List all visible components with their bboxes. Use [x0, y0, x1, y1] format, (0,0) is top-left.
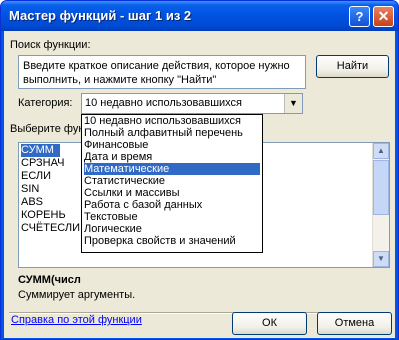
help-link[interactable]: Справка по этой функции [11, 314, 142, 326]
search-input[interactable]: Введите краткое описание действия, котор… [18, 55, 306, 89]
dropdown-option[interactable]: 10 недавно использовавшихся [84, 115, 260, 127]
chevron-down-icon[interactable]: ▼ [284, 94, 302, 113]
dropdown-option[interactable]: Текстовые [84, 211, 260, 223]
search-text-line-2: выполнить, и нажмите кнопку "Найти" [23, 74, 217, 86]
help-button[interactable]: ? [349, 6, 370, 27]
category-select[interactable]: 10 недавно использовавшихся ▼ [81, 93, 303, 114]
dropdown-option[interactable]: Статистические [84, 175, 260, 187]
title-bar[interactable]: Мастер функций - шаг 1 из 2 ? ✕ [1, 1, 398, 31]
dropdown-option[interactable]: Работа с базой данных [84, 199, 260, 211]
scroll-up-icon[interactable]: ▲ [373, 143, 389, 159]
dropdown-option-highlighted[interactable]: Математические [84, 163, 260, 175]
dropdown-option[interactable]: Финансовые [84, 139, 260, 151]
cancel-button[interactable]: Отмена [317, 312, 392, 335]
scrollbar-thumb[interactable] [373, 160, 389, 215]
search-text-line-1: Введите краткое описание действия, котор… [23, 60, 290, 72]
scroll-down-icon[interactable]: ▼ [373, 251, 389, 267]
list-item[interactable]: ЕСЛИ [21, 170, 51, 183]
dropdown-option[interactable]: Проверка свойств и значений [84, 235, 260, 247]
dropdown-option[interactable]: Логические [84, 223, 260, 235]
function-list-label: Выберите фун [10, 123, 85, 135]
list-item[interactable]: СЧЁТЕСЛИ [21, 222, 80, 235]
dropdown-option[interactable]: Дата и время [84, 151, 260, 163]
dialog-body: Поиск функции: Введите краткое описание … [4, 31, 395, 338]
dropdown-option[interactable]: Ссылки и массивы [84, 187, 260, 199]
list-item[interactable]: ABS [21, 196, 43, 209]
ok-button[interactable]: ОК [232, 312, 307, 335]
list-item[interactable]: SIN [21, 183, 39, 196]
dialog-title: Мастер функций - шаг 1 из 2 [9, 8, 192, 23]
dropdown-option[interactable]: Полный алфавитный перечень [84, 127, 260, 139]
category-selected-value: 10 недавно использовавшихся [85, 97, 243, 109]
search-label: Поиск функции: [10, 39, 91, 51]
close-button[interactable]: ✕ [373, 6, 394, 27]
function-description: Суммирует аргументы. [18, 289, 136, 301]
function-signature: СУММ(числ [18, 274, 81, 286]
list-item[interactable]: СРЗНАЧ [21, 157, 64, 170]
dialog-window: Мастер функций - шаг 1 из 2 ? ✕ Поиск фу… [0, 0, 399, 340]
list-scrollbar[interactable]: ▲ ▼ [372, 143, 389, 267]
find-button[interactable]: Найти [316, 55, 389, 78]
list-item[interactable]: СУММ [21, 144, 60, 157]
category-dropdown[interactable]: 10 недавно использовавшихся Полный алфав… [81, 114, 263, 253]
list-item[interactable]: КОРЕНЬ [21, 209, 66, 222]
category-label: Категория: [18, 97, 73, 109]
